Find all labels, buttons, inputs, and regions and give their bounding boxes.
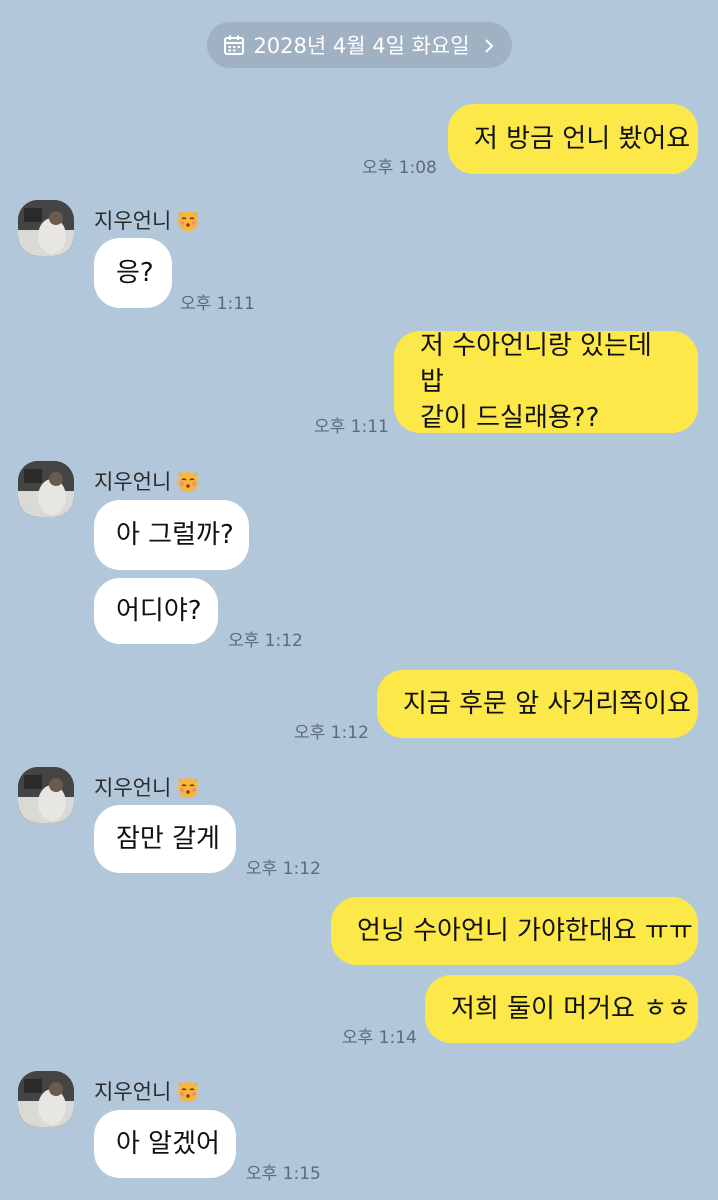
kissing-cat-icon [175, 207, 201, 233]
message-time: 오후 1:12 [246, 859, 321, 879]
contact-name: 지우언니 [94, 205, 201, 235]
avatar[interactable] [18, 461, 74, 517]
message-text-line-2: 같이 드실래용?? [420, 403, 600, 433]
my-message-bubble[interactable]: 지금 후문 앞 사거리쪽이요 [377, 670, 698, 738]
avatar[interactable] [18, 1071, 74, 1127]
message-text: 아 알겠어 [116, 1129, 220, 1159]
message-text: 응? [116, 258, 154, 288]
message-time: 오후 1:12 [294, 723, 369, 743]
my-message-bubble[interactable]: 언닝 수아언니 가야한대요 ㅠㅠ [331, 897, 698, 965]
message-text: 언닝 수아언니 가야한대요 ㅠㅠ [357, 916, 693, 946]
my-message-bubble[interactable]: 저희 둘이 머거요 ㅎㅎ [425, 975, 698, 1043]
message-text: 아 그럴까? [116, 520, 234, 550]
contact-name: 지우언니 [94, 1076, 201, 1106]
message-text: 지금 후문 앞 사거리쪽이요 [403, 689, 691, 719]
contact-name-label: 지우언니 [94, 209, 172, 233]
calendar-icon [223, 34, 245, 56]
message-time: 오후 1:15 [246, 1164, 321, 1184]
message-time: 오후 1:08 [362, 158, 437, 178]
their-message-bubble[interactable]: 응? [94, 238, 172, 308]
chevron-right-icon [482, 36, 496, 54]
kissing-cat-icon [175, 468, 201, 494]
contact-name-label: 지우언니 [94, 776, 172, 800]
kissing-cat-icon [175, 774, 201, 800]
contact-name-label: 지우언니 [94, 470, 172, 494]
message-text-line-1: 저 수아언니랑 있는데 밥 [420, 331, 652, 397]
message-text: 저 방금 언니 봤어요 [474, 124, 691, 154]
message-time: 오후 1:11 [180, 294, 255, 314]
date-separator[interactable]: 2028년 4월 4일 화요일 [207, 22, 512, 68]
message-text: 잠만 갈게 [116, 824, 220, 854]
my-message-bubble[interactable]: 저 방금 언니 봤어요 [448, 104, 698, 174]
avatar[interactable] [18, 200, 74, 256]
my-message-bubble[interactable]: 저 수아언니랑 있는데 밥 같이 드실래용?? [394, 331, 698, 433]
contact-name: 지우언니 [94, 772, 201, 802]
message-text: 저희 둘이 머거요 ㅎㅎ [451, 994, 692, 1024]
avatar[interactable] [18, 767, 74, 823]
date-label: 2028년 4월 4일 화요일 [253, 34, 470, 58]
kissing-cat-icon [175, 1078, 201, 1104]
their-message-bubble[interactable]: 아 그럴까? [94, 500, 249, 570]
contact-name: 지우언니 [94, 466, 201, 496]
message-time: 오후 1:11 [314, 417, 389, 437]
their-message-bubble[interactable]: 잠만 갈게 [94, 805, 236, 873]
their-message-bubble[interactable]: 아 알겠어 [94, 1110, 236, 1178]
message-time: 오후 1:12 [228, 631, 303, 651]
contact-name-label: 지우언니 [94, 1080, 172, 1104]
message-text: 어디야? [116, 596, 202, 626]
their-message-bubble[interactable]: 어디야? [94, 578, 218, 644]
message-time: 오후 1:14 [342, 1028, 417, 1048]
